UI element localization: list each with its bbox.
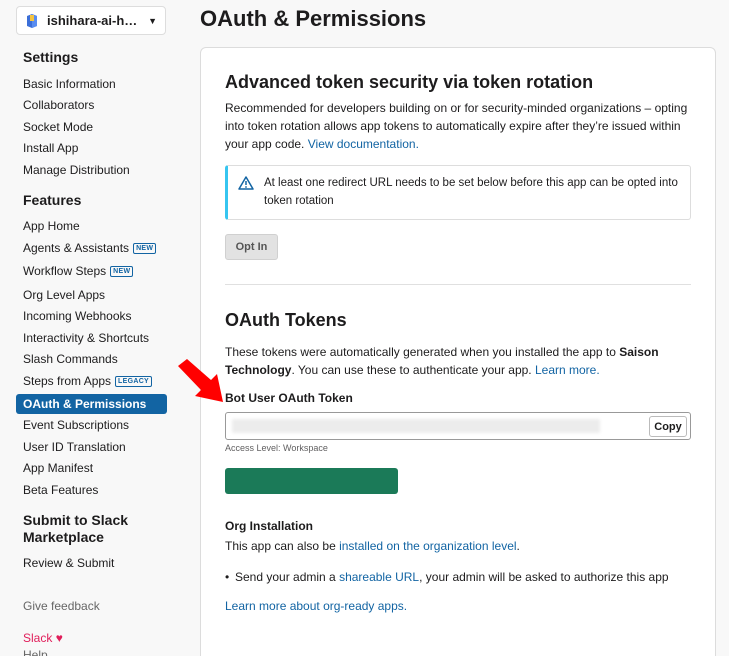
submit-section-title: Submit to Slack — [23, 512, 129, 528]
token-rotation-heading: Advanced token security via token rotati… — [225, 72, 594, 92]
opt-in-button[interactable]: Opt In — [225, 234, 278, 260]
notice-text: At least one redirect URL needs to be se… — [264, 177, 678, 207]
bot-token-label: Bot User OAuth Token — [225, 391, 353, 405]
org-install-text-end: . — [516, 539, 520, 553]
sidebar-item-slash-commands[interactable]: Slash Commands — [16, 349, 167, 369]
slack-link-label: Slack — [23, 631, 53, 645]
sidebar-item-install-app[interactable]: Install App — [16, 138, 167, 158]
sidebar-item-label: Org Level Apps — [23, 288, 106, 302]
sidebar-item-label: App Manifest — [23, 461, 94, 475]
token-rotation-description-text: Recommended for developers building on o… — [225, 101, 688, 151]
sidebar-item-app-home[interactable]: App Home — [16, 216, 167, 236]
sidebar-item-workflow-steps[interactable]: Workflow Steps NEW — [16, 261, 167, 281]
install-org-level-link[interactable]: installed on the organization level — [339, 539, 516, 553]
learn-org-ready-link[interactable]: Learn more about org-ready apps. — [225, 599, 407, 613]
redirect-url-notice: At least one redirect URL needs to be se… — [225, 165, 691, 220]
chevron-down-icon: ▼ — [148, 15, 157, 26]
sidebar-item-label: User ID Translation — [23, 440, 126, 454]
org-ready-learn-more: Learn more about org-ready apps. — [225, 597, 693, 615]
red-arrow-annotation — [178, 359, 223, 402]
org-installation-text: This app can also be installed on the or… — [225, 537, 693, 555]
sidebar-item-app-manifest[interactable]: App Manifest — [16, 458, 167, 478]
learn-more-link[interactable]: Learn more. — [535, 363, 600, 377]
legacy-badge: LEGACY — [115, 376, 153, 387]
give-feedback-link[interactable]: Give feedback — [23, 599, 100, 613]
app-name: ishihara-ai-han... — [47, 13, 143, 28]
org-installation-heading: Org Installation — [225, 519, 314, 533]
sidebar-item-label: Steps from Apps — [23, 374, 112, 388]
new-badge: NEW — [110, 266, 134, 277]
bot-token-field[interactable]: Copy — [225, 412, 691, 440]
sidebar-item-label: App Home — [23, 219, 80, 233]
sidebar-item-label: Beta Features — [23, 483, 99, 497]
app-switcher[interactable]: ishihara-ai-han... ▼ — [16, 6, 166, 35]
redacted-token — [232, 419, 600, 433]
sidebar-item-user-id-translation[interactable]: User ID Translation — [16, 437, 167, 457]
shareable-url-link[interactable]: shareable URL — [339, 570, 419, 584]
sidebar-item-beta-features[interactable]: Beta Features — [16, 480, 167, 500]
tokens-desc-text-2: . You can use these to authenticate your… — [291, 363, 535, 377]
bullet-text-end: , your admin will be asked to authorize … — [419, 570, 669, 584]
page-title: OAuth & Permissions — [200, 6, 427, 31]
heart-icon: ♥ — [55, 631, 63, 645]
sidebar-item-review-submit[interactable]: Review & Submit — [16, 553, 167, 573]
access-level-text: Access Level: Workspace — [225, 443, 328, 453]
new-badge: NEW — [133, 243, 157, 254]
sidebar-item-oauth-permissions[interactable]: OAuth & Permissions — [16, 394, 167, 414]
sidebar-item-label: Incoming Webhooks — [23, 309, 132, 323]
sidebar-item-label: Agents & Assistants — [23, 241, 130, 255]
settings-card: Advanced token security via token rotati… — [200, 47, 716, 656]
sidebar-item-label: OAuth & Permissions — [23, 397, 147, 411]
sidebar-item-label: Slash Commands — [23, 352, 118, 366]
sidebar: ishihara-ai-han... ▼ Settings Basic Info… — [0, 0, 178, 656]
sidebar-item-label: Interactivity & Shortcuts — [23, 331, 150, 345]
sidebar-item-basic-information[interactable]: Basic Information — [16, 74, 167, 94]
app-logo-icon — [27, 13, 37, 28]
warning-icon — [238, 176, 254, 190]
oauth-tokens-description: These tokens were automatically generate… — [225, 343, 693, 379]
settings-section-title: Settings — [23, 49, 79, 65]
help-link[interactable]: Help — [23, 648, 48, 656]
sidebar-item-label: Event Subscriptions — [23, 418, 130, 432]
token-rotation-description: Recommended for developers building on o… — [225, 99, 693, 153]
bullet-text: Send your admin a — [235, 570, 340, 584]
oauth-tokens-heading: OAuth Tokens — [225, 310, 347, 330]
sidebar-item-manage-distribution[interactable]: Manage Distribution — [16, 160, 167, 180]
sidebar-item-incoming-webhooks[interactable]: Incoming Webhooks — [16, 306, 167, 326]
sidebar-item-collaborators[interactable]: Collaborators — [16, 95, 167, 115]
copy-button[interactable]: Copy — [649, 416, 687, 437]
view-documentation-link[interactable]: View documentation. — [308, 137, 419, 151]
slack-link[interactable]: Slack ♥ — [23, 631, 63, 645]
sidebar-item-event-subscriptions[interactable]: Event Subscriptions — [16, 415, 167, 435]
sidebar-item-agents-assistants[interactable]: Agents & Assistants NEW — [16, 238, 167, 258]
tokens-desc-text: These tokens were automatically generate… — [225, 345, 620, 359]
sidebar-item-socket-mode[interactable]: Socket Mode — [16, 117, 167, 137]
sidebar-item-interactivity-shortcuts[interactable]: Interactivity & Shortcuts — [16, 328, 167, 348]
sidebar-item-steps-from-apps[interactable]: Steps from Apps LEGACY — [16, 371, 167, 391]
list-item: Send your admin a shareable URL, your ad… — [225, 569, 669, 585]
divider — [225, 284, 691, 285]
sidebar-item-org-level-apps[interactable]: Org Level Apps — [16, 285, 167, 305]
org-install-text: This app can also be — [225, 539, 340, 553]
reinstall-button[interactable] — [225, 468, 398, 494]
submit-section-title-2: Marketplace — [23, 529, 104, 545]
sidebar-item-label: Workflow Steps — [23, 264, 107, 278]
features-section-title: Features — [23, 192, 82, 208]
